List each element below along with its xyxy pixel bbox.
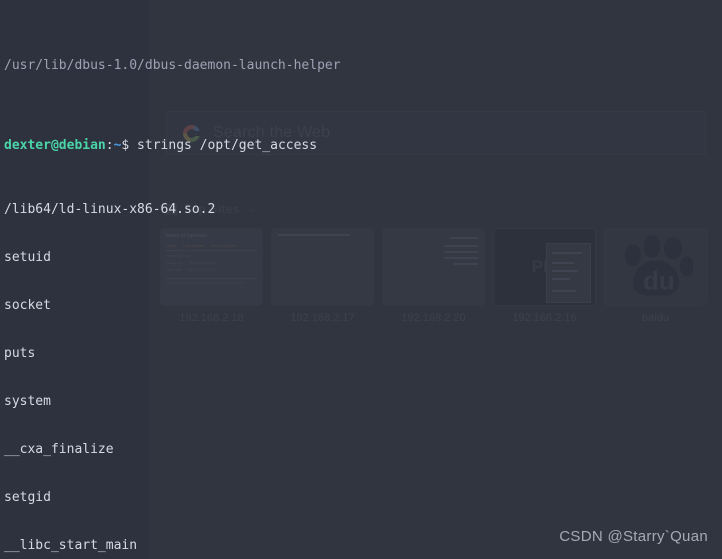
terminal-line: setgid xyxy=(0,490,722,506)
terminal-line: /lib64/ld-linux-x86-64.so.2 xyxy=(0,202,722,218)
terminal-command: strings /opt/get_access xyxy=(129,138,318,153)
terminal-line-backing xyxy=(0,298,51,314)
terminal-line-backing xyxy=(0,202,216,218)
terminal-line: __cxa_finalize xyxy=(0,442,722,458)
terminal-line: puts xyxy=(0,346,722,362)
terminal-window[interactable]: /usr/lib/dbus-1.0/dbus-daemon-launch-hel… xyxy=(0,0,722,559)
terminal-line-backing xyxy=(0,346,36,362)
csdn-watermark: CSDN @Starry`Quan xyxy=(559,528,708,545)
terminal-line-backing xyxy=(0,58,341,74)
terminal-line-backing xyxy=(0,490,51,506)
screenshot-root: Search the Web Top Sites ⌄ Index of /upl… xyxy=(0,0,722,559)
terminal-prompt-line: dexter@debian:~$ strings /opt/get_access xyxy=(0,138,722,154)
terminal-output: /usr/lib/dbus-1.0/dbus-daemon-launch-hel… xyxy=(0,0,722,559)
terminal-line-clipped: /usr/lib/dbus-1.0/dbus-daemon-launch-hel… xyxy=(0,58,722,74)
terminal-line-backing xyxy=(0,250,51,266)
terminal-line: system xyxy=(0,394,722,410)
terminal-line: setuid xyxy=(0,250,722,266)
prompt-user-host: dexter@debian xyxy=(4,138,106,153)
terminal-line-backing xyxy=(0,394,51,410)
terminal-line-backing xyxy=(0,442,114,458)
terminal-line-backing xyxy=(0,538,137,554)
prompt-colon: : xyxy=(105,138,114,153)
terminal-line: socket xyxy=(0,298,722,314)
